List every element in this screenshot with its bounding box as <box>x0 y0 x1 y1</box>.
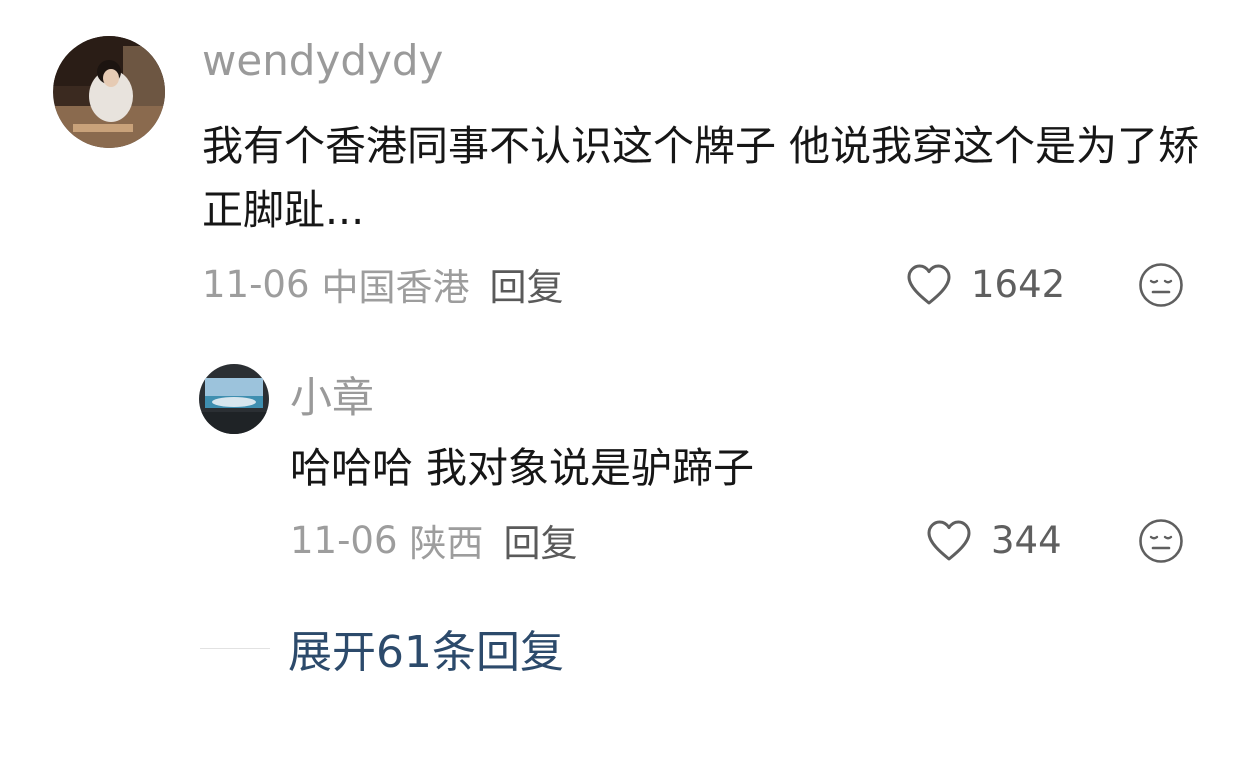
expand-replies-label[interactable]: 展开61条回复 <box>288 616 564 680</box>
like-button[interactable]: 344 <box>925 516 1062 564</box>
heart-outline-icon <box>927 520 971 561</box>
meh-face-icon <box>1139 519 1183 563</box>
comment-username[interactable]: wendydydy <box>202 36 443 85</box>
comment-meta: 11-06 中国香港 回复 <box>202 262 564 310</box>
like-count: 344 <box>991 518 1062 562</box>
landscape-photo-avatar-icon <box>199 364 269 434</box>
comment-location: 中国香港 <box>321 266 470 309</box>
user-avatar[interactable] <box>53 36 165 148</box>
reply-button[interactable]: 回复 <box>504 513 578 567</box>
divider-line <box>200 647 270 649</box>
like-button[interactable]: 1642 <box>905 260 1065 308</box>
expand-replies-button[interactable]: 展开61条回复 <box>200 616 564 680</box>
comment-content: 我有个香港同事不认识这个牌子 他说我穿这个是为了矫正脚趾... <box>202 122 1200 234</box>
comment-meta: 11-06 陕西 回复 <box>290 518 578 566</box>
user-photo-avatar-icon <box>53 36 165 148</box>
comment-date: 11-06 <box>202 262 310 306</box>
dislike-button[interactable] <box>1138 262 1184 312</box>
comment-location: 陕西 <box>409 522 484 565</box>
heart-outline-icon <box>907 264 951 305</box>
dislike-button[interactable] <box>1138 518 1184 568</box>
meh-face-icon <box>1139 263 1183 307</box>
comment-content: 哈哈哈 我对象说是驴蹄子 <box>290 444 755 492</box>
comment-username[interactable]: 小章 <box>290 364 374 425</box>
comment-date: 11-06 <box>290 518 398 562</box>
reply-button[interactable]: 回复 <box>490 257 564 311</box>
like-count: 1642 <box>971 262 1066 306</box>
user-avatar[interactable] <box>199 364 269 434</box>
